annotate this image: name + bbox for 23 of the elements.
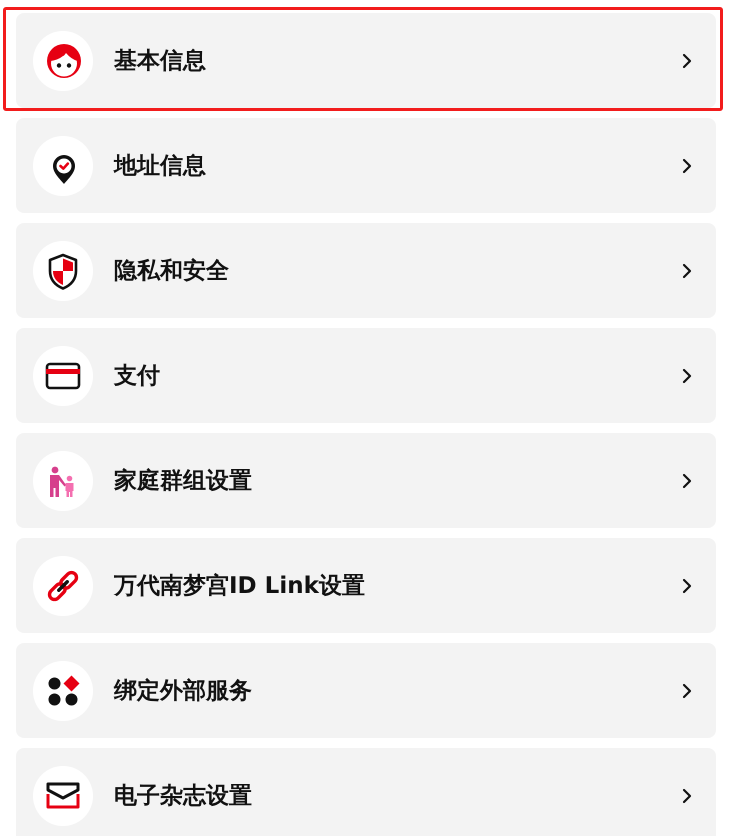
- menu-item[interactable]: 电子杂志设置: [16, 748, 716, 836]
- chevron-icon: [682, 578, 692, 594]
- chevron-icon: [682, 158, 692, 174]
- menu-item[interactable]: 隐私和安全: [16, 223, 716, 318]
- menu-item[interactable]: 基本信息: [16, 13, 716, 108]
- envelope-icon: [33, 766, 93, 826]
- menu-item[interactable]: 支付: [16, 328, 716, 423]
- face-icon: [33, 30, 93, 90]
- location-pin-icon: [33, 136, 93, 196]
- menu-item[interactable]: 家庭群组设置: [16, 433, 716, 528]
- chain-link-icon: [33, 556, 93, 616]
- chevron-icon: [682, 52, 692, 68]
- credit-card-icon: [33, 346, 93, 406]
- chevron-icon: [682, 472, 692, 488]
- chevron-icon: [682, 368, 692, 384]
- chevron-icon: [682, 262, 692, 278]
- shield-icon: [33, 240, 93, 300]
- parent-child-icon: [33, 450, 93, 510]
- menu-item[interactable]: 地址信息: [16, 118, 716, 213]
- chevron-icon: [682, 682, 692, 698]
- menu-item[interactable]: 万代南梦宫ID Link设置: [16, 538, 716, 633]
- menu-item[interactable]: 绑定外部服务: [16, 643, 716, 738]
- chevron-icon: [682, 788, 692, 804]
